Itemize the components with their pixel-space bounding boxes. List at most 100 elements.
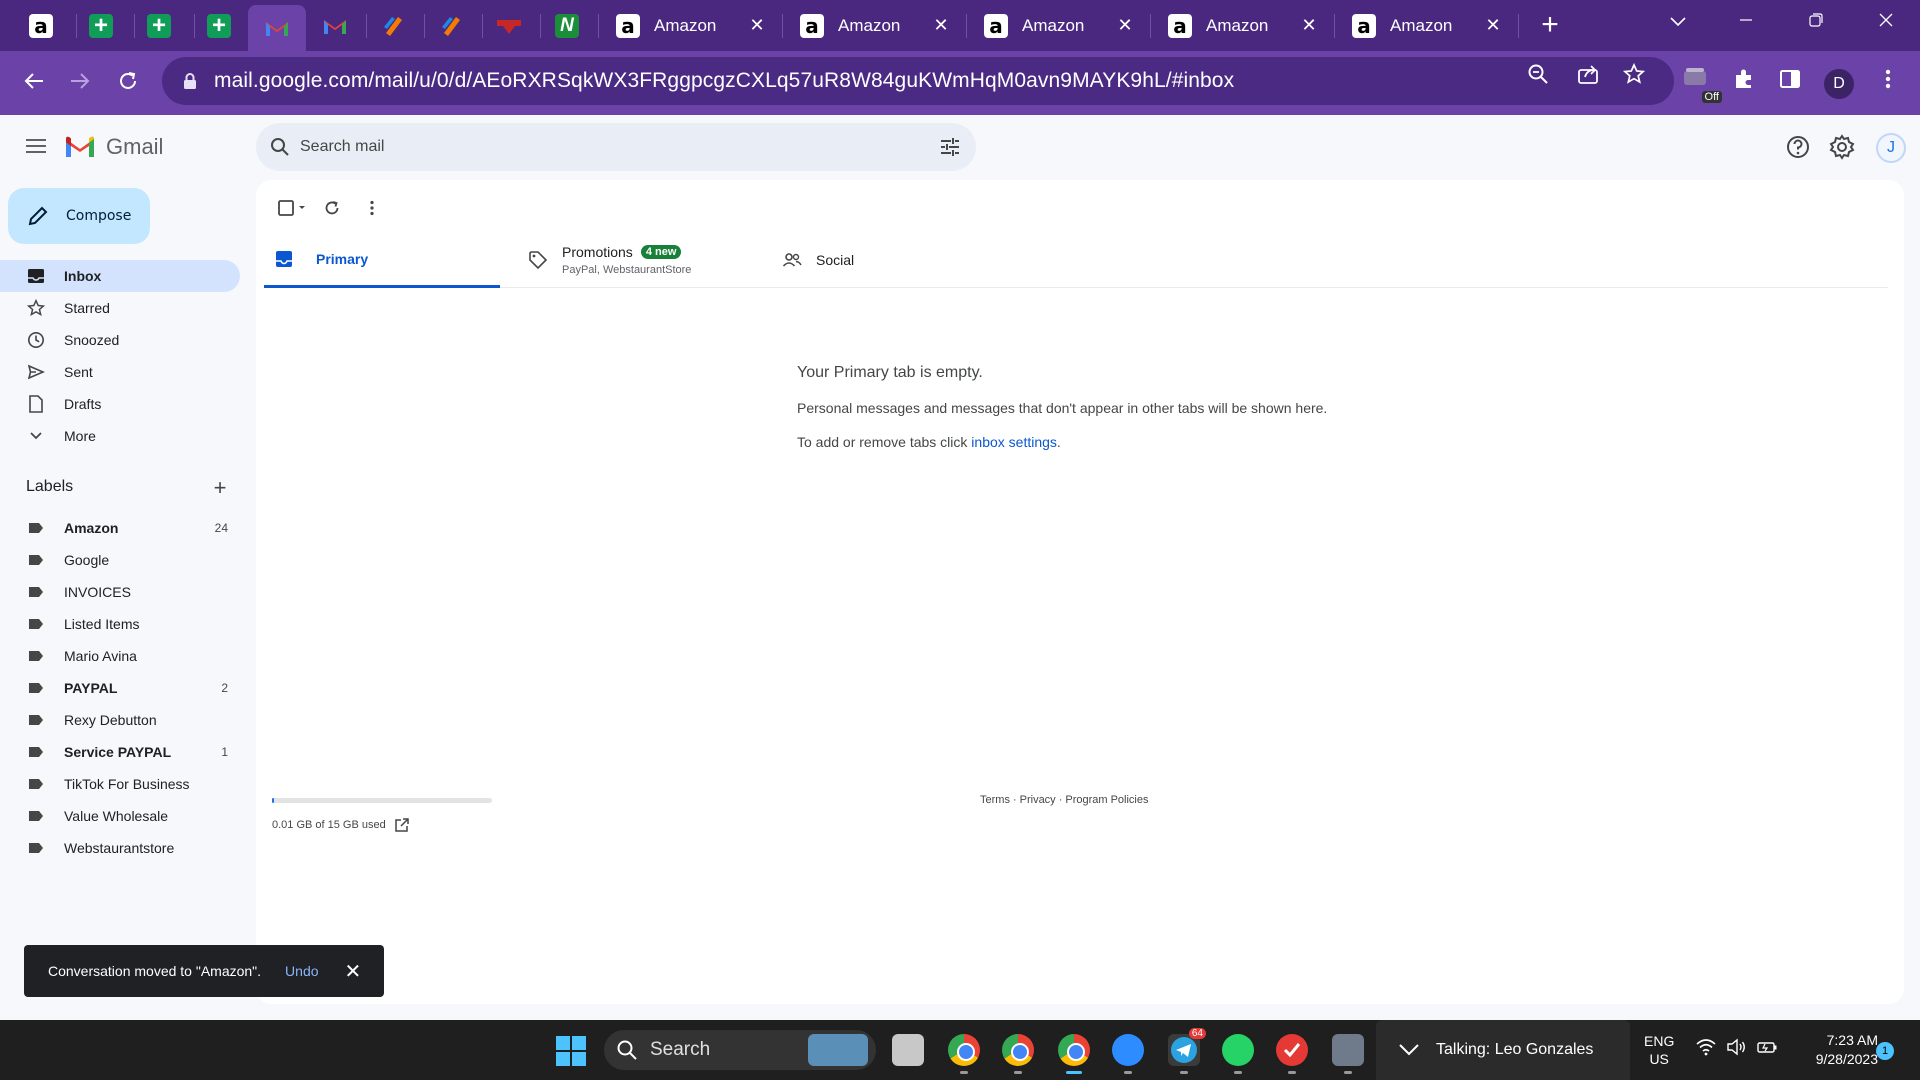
share-icon[interactable]: [1574, 63, 1602, 91]
tab-orange-app-2[interactable]: [428, 0, 474, 51]
tab-social[interactable]: Social: [772, 232, 1008, 288]
snackbar-close-button[interactable]: ✕: [345, 959, 362, 984]
chrome-profile-icon[interactable]: [1002, 1034, 1034, 1074]
close-window-button[interactable]: [1856, 0, 1916, 44]
side-panel-icon[interactable]: [1774, 67, 1806, 99]
tab-promotions[interactable]: Promotions 4 new PayPal, WebstaurantStor…: [518, 232, 754, 288]
back-button[interactable]: [14, 61, 54, 101]
label-item-service-paypal[interactable]: Service PAYPAL 1: [0, 736, 240, 768]
label-item-amazon[interactable]: Amazon 24: [0, 512, 240, 544]
undo-button[interactable]: Undo: [285, 963, 318, 979]
privacy-link[interactable]: Privacy: [1020, 794, 1056, 806]
clock[interactable]: 7:23 AM 9/28/2023: [1788, 1031, 1878, 1069]
sidebar-item-snoozed[interactable]: Snoozed: [0, 324, 240, 356]
label-item-tiktok[interactable]: TikTok For Business: [0, 768, 240, 800]
more-vert-icon[interactable]: [1872, 67, 1904, 99]
labels-list: Amazon 24 Google INVOICES Listed Items M…: [0, 512, 240, 864]
sidebar-item-starred[interactable]: Starred: [0, 292, 240, 324]
help-icon[interactable]: [1782, 131, 1814, 163]
tab-sheets-3[interactable]: +: [196, 0, 242, 51]
task-view-icon[interactable]: [892, 1034, 924, 1066]
sidebar-item-drafts[interactable]: Drafts: [0, 388, 240, 420]
label-item-listed-items[interactable]: Listed Items: [0, 608, 240, 640]
system-tray[interactable]: [1696, 1038, 1778, 1056]
new-tab-button[interactable]: +: [1533, 8, 1567, 42]
close-icon[interactable]: ✕: [746, 15, 768, 36]
tab-search-button[interactable]: [1648, 0, 1708, 44]
tab-sheets-2[interactable]: +: [136, 0, 182, 51]
tab-orange-app-1[interactable]: [370, 0, 416, 51]
label-item-webstaurantstore[interactable]: Webstaurantstore: [0, 832, 240, 864]
language-indicator[interactable]: ENG US: [1644, 1032, 1674, 1068]
account-avatar[interactable]: J: [1876, 133, 1906, 163]
search-icon[interactable]: [268, 135, 292, 159]
profile-avatar[interactable]: D: [1824, 69, 1854, 99]
lock-icon[interactable]: [180, 72, 200, 90]
create-label-button[interactable]: +: [208, 476, 232, 500]
tab-amazon-2[interactable]: a Amazon ✕: [786, 0, 966, 51]
close-icon[interactable]: ✕: [1482, 15, 1504, 36]
calculator-icon[interactable]: [1332, 1034, 1364, 1074]
label-item-google[interactable]: Google: [0, 544, 240, 576]
label-item-mario-avina[interactable]: Mario Avina: [0, 640, 240, 672]
extension-off-button[interactable]: Off: [1680, 65, 1722, 103]
select-all-checkbox[interactable]: [272, 192, 312, 224]
taskbar-search[interactable]: Search: [604, 1030, 876, 1070]
search-input[interactable]: [300, 123, 880, 171]
compose-button[interactable]: Compose: [8, 188, 150, 244]
telegram-icon[interactable]: 64: [1168, 1028, 1206, 1074]
search-bar[interactable]: [256, 123, 976, 171]
tab-amazon-pinned[interactable]: a: [18, 0, 64, 51]
terms-link[interactable]: Terms: [980, 794, 1010, 806]
snackbar: Conversation moved to "Amazon". Undo ✕: [24, 945, 384, 997]
tab-amazon-4[interactable]: a Amazon ✕: [1154, 0, 1334, 51]
chrome-active-icon[interactable]: [1058, 1034, 1090, 1074]
zoom-icon[interactable]: [1524, 63, 1552, 91]
tab-gmail-active[interactable]: [248, 5, 306, 51]
checkmark-app-icon[interactable]: [1276, 1034, 1308, 1074]
label-item-rexy-debutton[interactable]: Rexy Debutton: [0, 704, 240, 736]
restore-button[interactable]: [1786, 0, 1846, 44]
start-button[interactable]: [556, 1036, 586, 1066]
tab-gmail-2[interactable]: [312, 0, 358, 51]
label-item-value-wholesale[interactable]: Value Wholesale: [0, 800, 240, 832]
sidebar-item-sent[interactable]: Sent: [0, 356, 240, 388]
program-policies-link[interactable]: Program Policies: [1065, 794, 1148, 806]
refresh-button[interactable]: [312, 192, 352, 224]
label-item-invoices[interactable]: INVOICES: [0, 576, 240, 608]
zoom-app-icon[interactable]: [1112, 1034, 1144, 1074]
close-icon[interactable]: ✕: [1298, 15, 1320, 36]
orange-app-icon: [384, 16, 402, 36]
tab-red-logo[interactable]: [486, 0, 532, 51]
close-icon[interactable]: ✕: [930, 15, 952, 36]
address-bar[interactable]: mail.google.com/mail/u/0/d/AEoRXRSqkWX3F…: [162, 57, 1674, 105]
inbox-settings-link[interactable]: inbox settings: [971, 434, 1057, 450]
tab-amazon-5[interactable]: a Amazon ✕: [1338, 0, 1518, 51]
close-icon[interactable]: ✕: [1114, 15, 1136, 36]
whatsapp-icon[interactable]: [1222, 1034, 1254, 1074]
tab-amazon-1[interactable]: a Amazon ✕: [602, 0, 782, 51]
url-text[interactable]: mail.google.com/mail/u/0/d/AEoRXRSqkWX3F…: [214, 69, 1234, 93]
sidebar-item-more[interactable]: More: [0, 420, 240, 452]
clock-time: 7:23 AM: [1826, 1032, 1878, 1048]
tab-primary[interactable]: Primary: [264, 232, 500, 288]
extensions-puzzle-icon[interactable]: [1728, 67, 1760, 99]
forward-button[interactable]: [60, 61, 100, 101]
sidebar-item-inbox[interactable]: Inbox: [0, 260, 240, 292]
search-options-icon[interactable]: [938, 135, 962, 159]
chrome-icon[interactable]: [948, 1034, 980, 1074]
tab-green-app[interactable]: N: [544, 0, 590, 51]
bookmark-star-icon[interactable]: [1620, 62, 1648, 91]
external-link-icon[interactable]: [394, 817, 410, 833]
talking-indicator[interactable]: Talking: Leo Gonzales: [1376, 1020, 1630, 1080]
label-item-paypal[interactable]: PAYPAL 2: [0, 672, 240, 704]
minimize-button[interactable]: [1716, 0, 1776, 44]
tab-sheets-1[interactable]: +: [78, 0, 124, 51]
more-options-button[interactable]: [352, 192, 392, 224]
tab-amazon-3[interactable]: a Amazon ✕: [970, 0, 1150, 51]
gear-icon[interactable]: [1826, 131, 1858, 163]
notification-badge[interactable]: 1: [1876, 1042, 1894, 1060]
main-menu-button[interactable]: [20, 135, 52, 159]
label-name: Webstaurantstore: [64, 840, 175, 856]
reload-button[interactable]: [108, 61, 148, 101]
